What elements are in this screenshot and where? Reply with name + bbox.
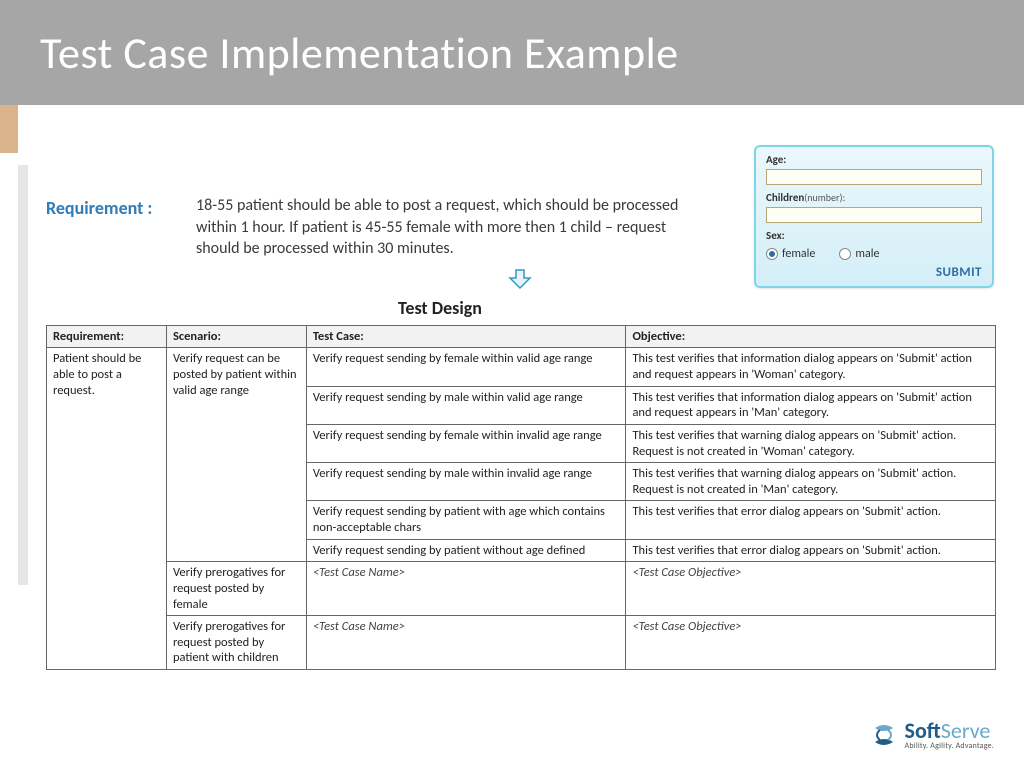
requirement-text: 18-55 patient should be able to post a r… xyxy=(196,195,696,260)
th-scenario: Scenario: xyxy=(166,325,306,348)
logo-name: SoftServe xyxy=(905,720,994,742)
tc-cell: <Test Case Name> xyxy=(306,616,626,670)
logo-tagline: Ability. Agility. Advantage. xyxy=(905,742,994,750)
title-bar: Test Case Implementation Example xyxy=(0,0,1024,105)
requirement-cell: Patient should be able to post a request… xyxy=(47,348,167,670)
table-row: Verify prerogatives for request posted b… xyxy=(47,562,996,616)
tc-cell: Verify request sending by female within … xyxy=(306,424,626,462)
requirement-label: Requirement : xyxy=(46,195,186,219)
obj-cell: <Test Case Objective> xyxy=(626,562,996,616)
age-input[interactable] xyxy=(766,169,982,185)
tc-cell: Verify request sending by male within in… xyxy=(306,463,626,501)
accent-box xyxy=(0,105,18,153)
table-row: Patient should be able to post a request… xyxy=(47,348,996,386)
tc-cell: Verify request sending by male within va… xyxy=(306,386,626,424)
tc-cell: Verify request sending by patient withou… xyxy=(306,539,626,562)
obj-cell: This test verifies that information dial… xyxy=(626,348,996,386)
obj-cell: This test verifies that information dial… xyxy=(626,386,996,424)
th-test-case: Test Case: xyxy=(306,325,626,348)
softserve-logo: SoftServe Ability. Agility. Advantage. xyxy=(869,720,994,750)
obj-cell: This test verifies that error dialog app… xyxy=(626,501,996,539)
tc-cell: <Test Case Name> xyxy=(306,562,626,616)
tc-cell: Verify request sending by female within … xyxy=(306,348,626,386)
obj-cell: <Test Case Objective> xyxy=(626,616,996,670)
th-requirement: Requirement: xyxy=(47,325,167,348)
obj-cell: This test verifies that warning dialog a… xyxy=(626,424,996,462)
age-label: Age: xyxy=(766,153,786,166)
test-design-table: Requirement: Scenario: Test Case: Object… xyxy=(46,325,996,670)
obj-cell: This test verifies that error dialog app… xyxy=(626,539,996,562)
test-design-heading: Test Design xyxy=(0,297,994,319)
slide-title: Test Case Implementation Example xyxy=(40,26,679,80)
scenario-cell: Verify prerogatives for request posted b… xyxy=(166,616,306,670)
tc-cell: Verify request sending by patient with a… xyxy=(306,501,626,539)
scenario-cell: Verify prerogatives for request posted b… xyxy=(166,562,306,616)
obj-cell: This test verifies that warning dialog a… xyxy=(626,463,996,501)
table-header-row: Requirement: Scenario: Test Case: Object… xyxy=(47,325,996,348)
table-row: Verify prerogatives for request posted b… xyxy=(47,616,996,670)
scenario-cell: Verify request can be posted by patient … xyxy=(166,348,306,562)
accent-bar xyxy=(18,165,28,585)
logo-icon xyxy=(869,720,899,750)
th-objective: Objective: xyxy=(626,325,996,348)
arrow-down-icon xyxy=(46,268,994,295)
